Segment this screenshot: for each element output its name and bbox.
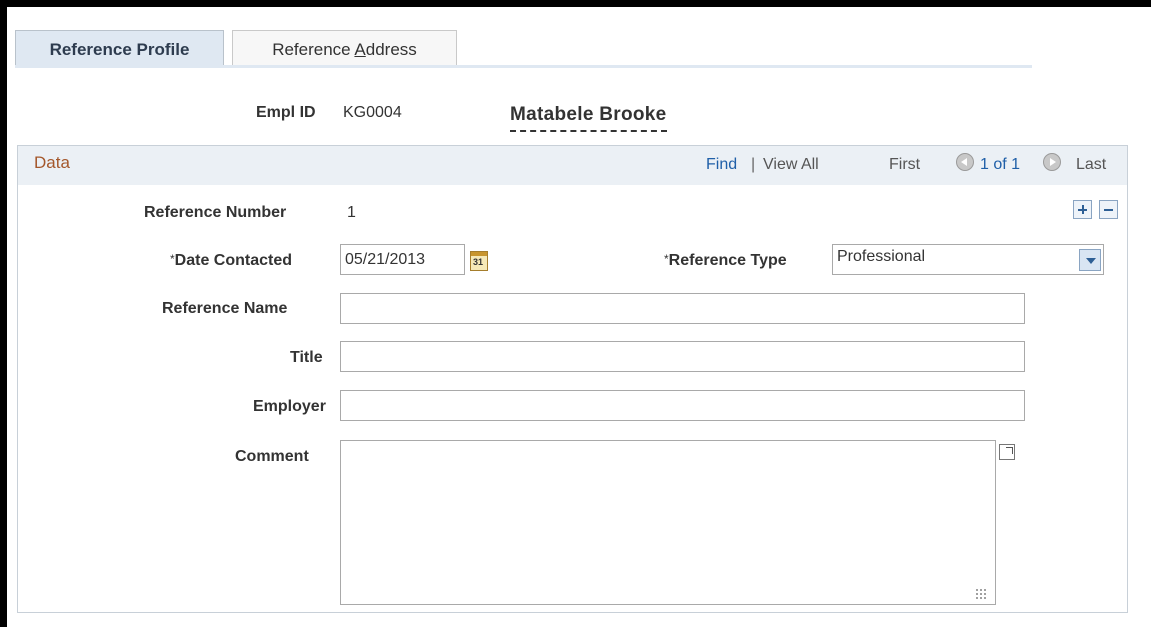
tab-reference-profile-label: Reference Profile (49, 40, 190, 59)
employer-label: Employer (253, 398, 326, 415)
comment-label: Comment (235, 448, 309, 465)
last-link[interactable]: Last (1076, 156, 1106, 174)
delete-row-button[interactable] (1099, 200, 1118, 219)
reference-name-label: Reference Name (162, 300, 288, 317)
date-contacted-label: *Date Contacted (170, 252, 293, 269)
comment-textarea[interactable] (340, 440, 996, 605)
tab-reference-address-label: Reference Address (272, 40, 417, 59)
row-count: 1 of 1 (980, 156, 1021, 173)
nav-separator: | (751, 156, 756, 173)
expand-textarea-icon[interactable] (999, 444, 1015, 460)
reference-number-value: 1 (347, 204, 356, 221)
view-all-link[interactable]: View All (763, 156, 819, 174)
title-input[interactable] (340, 341, 1025, 372)
reference-number-label: Reference Number (144, 204, 287, 221)
data-section-title: Data (34, 153, 70, 172)
chevron-down-icon[interactable] (1079, 249, 1101, 271)
employee-name[interactable]: Matabele Brooke (510, 104, 667, 132)
next-row-icon[interactable] (1043, 153, 1061, 171)
window-frame-top (0, 0, 1151, 7)
reference-type-label: *Reference Type (664, 252, 787, 269)
previous-row-icon[interactable] (956, 153, 974, 171)
employer-input[interactable] (340, 390, 1025, 421)
find-link[interactable]: Find (706, 156, 737, 174)
emplid-label: Empl ID (256, 104, 316, 121)
reference-type-select[interactable]: Professional (832, 244, 1104, 275)
calendar-icon[interactable]: 31 (470, 251, 488, 271)
emplid-value: KG0004 (343, 104, 402, 121)
tab-strip-underline (15, 65, 1032, 68)
add-row-button[interactable] (1073, 200, 1092, 219)
reference-name-input[interactable] (340, 293, 1025, 324)
reference-type-value: Professional (837, 248, 926, 265)
tab-reference-profile[interactable]: Reference Profile (15, 30, 224, 66)
tab-reference-address[interactable]: Reference Address (232, 30, 457, 66)
date-contacted-input[interactable] (340, 244, 465, 275)
first-link[interactable]: First (889, 156, 920, 174)
window-frame-left (0, 0, 7, 627)
resize-grip-icon[interactable] (975, 588, 987, 600)
title-label: Title (290, 349, 323, 366)
